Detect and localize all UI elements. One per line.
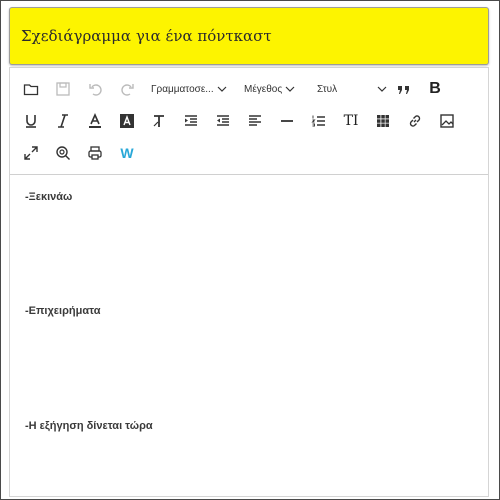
editor-toolbar: Γραμματοσε... Μέγεθος Στυλ B TI W [10, 68, 488, 175]
underline-icon[interactable] [20, 110, 42, 132]
text-color-icon[interactable] [84, 110, 106, 132]
undo-icon[interactable] [85, 78, 107, 100]
italic-icon[interactable] [52, 110, 74, 132]
style-label: Στυλ [317, 83, 338, 95]
font-size-label: Μέγεθος [244, 83, 283, 95]
paragraph-start[interactable]: -Ξεκινάω [25, 191, 72, 203]
paragraph-explanation[interactable]: -Η εξήγηση δίνεται τώρα [25, 420, 153, 432]
horizontal-rule-icon[interactable] [276, 110, 298, 132]
open-folder-icon[interactable] [20, 78, 42, 100]
table-icon[interactable] [372, 110, 394, 132]
editor-content[interactable]: -Ξεκινάω -Επιχειρήματα -Η εξήγηση δίνετα… [10, 175, 488, 496]
print-icon[interactable] [84, 142, 106, 164]
chevron-down-icon [217, 86, 227, 92]
style-dropdown[interactable]: Στυλ [317, 78, 387, 100]
document-title[interactable]: Σχεδιάγραμμα για ένα πόντκαστ [21, 27, 272, 45]
redo-icon[interactable] [116, 78, 138, 100]
image-icon[interactable] [436, 110, 458, 132]
font-family-dropdown[interactable]: Γραμματοσε... [151, 78, 227, 100]
clear-format-icon[interactable] [148, 110, 170, 132]
chevron-down-icon [377, 86, 387, 92]
indent-icon[interactable] [180, 110, 202, 132]
paragraph-arguments[interactable]: -Επιχειρήματα [25, 305, 100, 317]
text-size-button[interactable]: TI [340, 110, 362, 132]
font-size-dropdown[interactable]: Μέγεθος [244, 78, 295, 100]
outdent-icon[interactable] [212, 110, 234, 132]
bold-button[interactable]: B [424, 78, 446, 100]
fullscreen-icon[interactable] [20, 142, 42, 164]
word-import-button[interactable]: W [116, 142, 138, 164]
save-icon[interactable] [52, 78, 74, 100]
align-left-icon[interactable] [244, 110, 266, 132]
font-family-label: Γραμματοσε... [151, 83, 214, 95]
document-title-bar[interactable]: Σχεδιάγραμμα για ένα πόντκαστ [9, 7, 489, 65]
link-icon[interactable] [404, 110, 426, 132]
ordered-list-icon[interactable] [308, 110, 330, 132]
highlight-color-icon[interactable] [116, 110, 138, 132]
chevron-down-icon [285, 86, 295, 92]
find-replace-icon[interactable] [52, 142, 74, 164]
blockquote-icon[interactable] [393, 78, 415, 100]
rich-text-editor: Γραμματοσε... Μέγεθος Στυλ B TI W -Ξεκιν… [9, 67, 489, 497]
